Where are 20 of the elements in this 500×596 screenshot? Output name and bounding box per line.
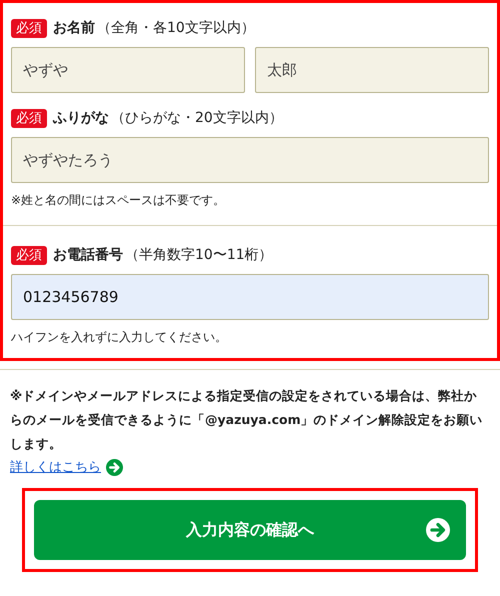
field-hint: （全角・各10文字以内） (97, 19, 255, 37)
field-note: ※姓と名の間にはスペースは不要です。 (11, 192, 226, 209)
field-label: お電話番号 (53, 246, 123, 264)
input-field[interactable]: やずやたろう (11, 137, 489, 183)
field-label: お名前 (53, 19, 95, 37)
arrow-right-icon (106, 458, 123, 476)
details-link[interactable]: 詳しくはこちら (10, 458, 101, 476)
input-field[interactable]: やずや (11, 47, 245, 93)
required-badge: 必須 (11, 246, 47, 264)
field-hint: （ひらがな・20文字以内） (111, 109, 283, 127)
input-field[interactable]: 0123456789 (11, 274, 489, 320)
field-note: ハイフンを入れずに入力してください。 (11, 329, 228, 346)
confirm-button[interactable]: 入力内容の確認へ (34, 500, 466, 560)
notice-text: ※ドメインやメールアドレスによる指定受信の設定をされている場合は、弊社からのメールを受信できるように「@yazuya.com」のドメイン解除設定をお願いします。 (10, 387, 484, 453)
field-hint: （半角数字10〜11桁） (125, 246, 273, 264)
required-badge: 必須 (11, 18, 47, 38)
input-field[interactable]: 太郎 (255, 47, 489, 93)
arrow-right-icon (426, 518, 450, 542)
field-label: ふりがな (53, 109, 109, 127)
required-badge: 必須 (11, 108, 47, 128)
